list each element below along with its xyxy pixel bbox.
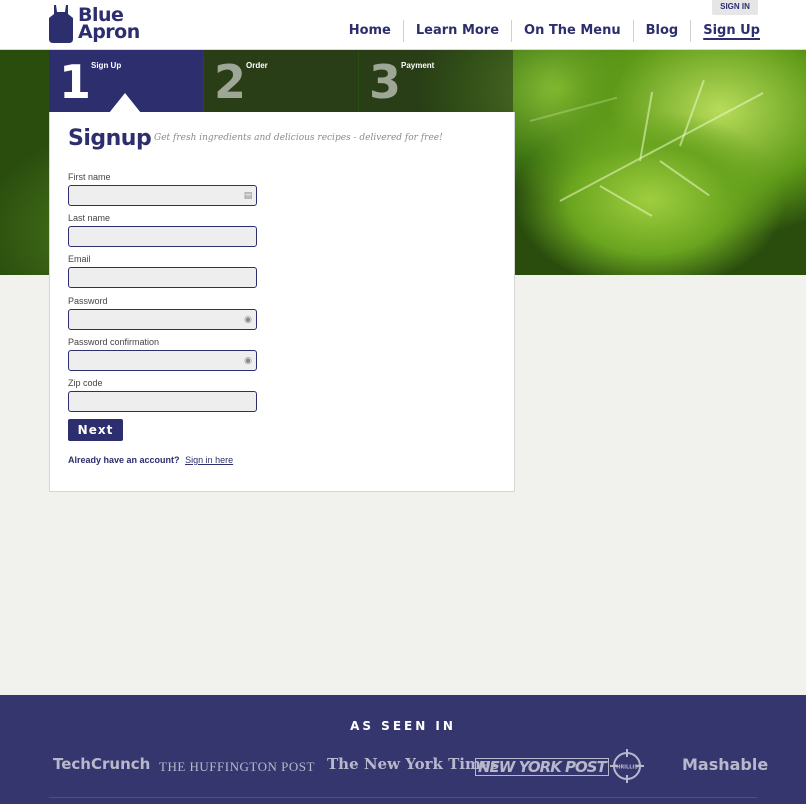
sign-in-button[interactable]: SIGN IN bbox=[712, 0, 758, 15]
signup-form: Signup Get fresh ingredients and delicio… bbox=[49, 112, 515, 492]
first-name-input[interactable] bbox=[68, 185, 257, 206]
contact-card-icon: ▤ bbox=[243, 190, 253, 200]
nav-home[interactable]: Home bbox=[337, 20, 403, 42]
active-step-arrow bbox=[109, 93, 141, 113]
step-number: 1 bbox=[59, 55, 92, 109]
zip-code-input[interactable] bbox=[68, 391, 257, 412]
step-number: 3 bbox=[369, 55, 402, 109]
step-label: Order bbox=[246, 61, 268, 70]
blue-apron-logo[interactable]: Blue Apron bbox=[48, 4, 140, 44]
thrillist-wordmark: THRILLIST bbox=[613, 765, 642, 771]
apron-icon bbox=[49, 5, 73, 43]
email-input[interactable] bbox=[68, 267, 257, 288]
nav-blog[interactable]: Blog bbox=[632, 20, 691, 42]
press-footer: AS SEEN IN TechCrunch THE HUFFINGTON POS… bbox=[0, 695, 806, 804]
password-label: Password bbox=[68, 296, 108, 306]
last-name-label: Last name bbox=[68, 213, 111, 223]
press-logo-huffington-post: THE HUFFINGTON POST bbox=[159, 759, 315, 774]
first-name-label: First name bbox=[68, 172, 111, 182]
nav-learn-more[interactable]: Learn More bbox=[402, 20, 511, 42]
nav-sign-up[interactable]: Sign Up bbox=[690, 20, 760, 42]
password-input[interactable] bbox=[68, 309, 257, 330]
step-number: 2 bbox=[214, 55, 247, 109]
press-logo-new-york-post: NEW YORK POST bbox=[475, 758, 609, 776]
email-label: Email bbox=[68, 254, 91, 264]
main-nav: Home Learn More On The Menu Blog Sign Up bbox=[337, 20, 760, 42]
press-logo-mashable: Mashable bbox=[682, 755, 769, 774]
password-confirmation-label: Password confirmation bbox=[68, 337, 160, 347]
account-prompt: Already have an account? Sign in here bbox=[68, 455, 233, 465]
sign-in-link[interactable]: Sign in here bbox=[185, 455, 233, 465]
account-question: Already have an account? bbox=[68, 455, 180, 465]
brand-name: Blue Apron bbox=[78, 6, 140, 43]
nav-on-the-menu[interactable]: On The Menu bbox=[511, 20, 633, 42]
site-header: Blue Apron SIGN IN Home Learn More On Th… bbox=[0, 0, 806, 50]
last-name-input[interactable] bbox=[68, 226, 257, 247]
press-logo-thrillist: THRILLIST bbox=[610, 749, 644, 783]
brand-line-2: Apron bbox=[78, 21, 140, 43]
password-confirmation-input[interactable] bbox=[68, 350, 257, 371]
next-button[interactable]: Next bbox=[68, 419, 123, 441]
password-key-icon: ◉ bbox=[244, 355, 252, 365]
zip-code-label: Zip code bbox=[68, 378, 103, 388]
step-label: Payment bbox=[401, 61, 435, 70]
step-sign-up: 1 Sign Up bbox=[49, 50, 203, 113]
password-key-icon: ◉ bbox=[244, 314, 252, 324]
step-order: 2 Order bbox=[204, 50, 358, 112]
step-label: Sign Up bbox=[91, 61, 122, 70]
step-payment: 3 Payment bbox=[359, 50, 513, 112]
as-seen-in-heading: AS SEEN IN bbox=[350, 719, 456, 733]
footer-divider bbox=[49, 797, 757, 798]
page-title: Signup bbox=[68, 126, 152, 151]
form-tagline: Get fresh ingredients and delicious reci… bbox=[154, 133, 443, 143]
press-logo-techcrunch: TechCrunch bbox=[53, 755, 151, 773]
press-logo-new-york-times: The New York Times bbox=[327, 755, 499, 773]
